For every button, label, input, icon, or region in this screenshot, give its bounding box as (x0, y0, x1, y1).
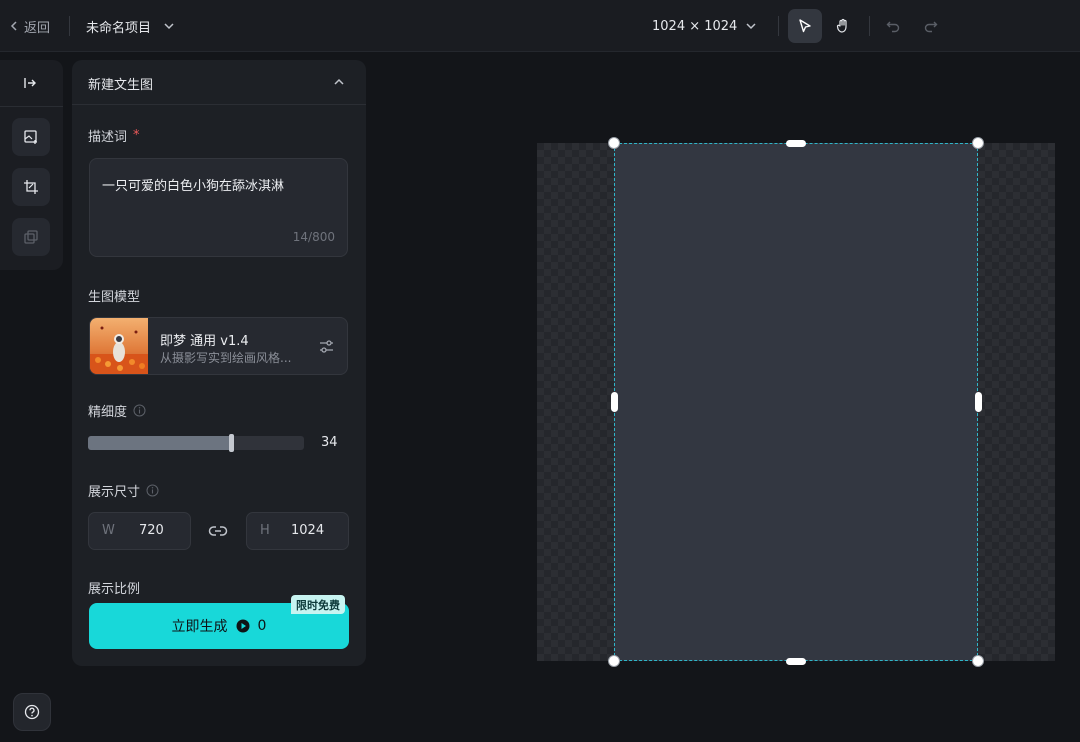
crop-image-icon (24, 180, 38, 194)
detail-label: 精细度 (88, 405, 128, 420)
project-name: 未命名项目 (86, 20, 152, 36)
resize-handle-right[interactable] (975, 392, 982, 412)
slider-fill (88, 436, 231, 450)
layers-tool-button[interactable] (12, 218, 50, 256)
detail-slider[interactable] (88, 434, 304, 452)
model-selector[interactable]: 即梦 通用 v1.4 从摄影写实到绘画风格... (89, 317, 348, 375)
detail-label-row: 精细度 (88, 401, 146, 420)
chevron-left-icon (10, 21, 17, 31)
expand-panel-icon (24, 78, 36, 88)
info-icon[interactable] (146, 484, 159, 497)
hand-icon (836, 18, 847, 33)
generation-panel: 新建文生图 描述词 * 一只可爱的白色小狗在舔冰淇淋 14/800 生图模型 即… (72, 60, 366, 666)
redo-button[interactable] (914, 9, 948, 43)
back-label: 返回 (24, 20, 51, 36)
resize-handle-top[interactable] (786, 140, 806, 147)
prompt-label: 描述词 (88, 130, 128, 145)
chevron-down-icon (164, 23, 174, 30)
model-thumbnail (90, 318, 148, 374)
resize-handle-bottom-right[interactable] (972, 655, 984, 667)
add-image-icon (24, 130, 37, 144)
sliders-icon[interactable] (318, 338, 335, 355)
size-label-row: 展示尺寸 (88, 481, 159, 500)
slider-handle[interactable] (229, 434, 234, 452)
chevron-down-icon (746, 23, 756, 30)
link-icon[interactable] (208, 522, 228, 540)
resize-handle-bottom-left[interactable] (608, 655, 620, 667)
detail-value: 34 (321, 435, 338, 450)
size-label: 展示尺寸 (88, 485, 141, 500)
char-counter: 14/800 (292, 230, 335, 244)
resize-handle-bottom[interactable] (786, 658, 806, 665)
panel-header: 新建文生图 (72, 60, 366, 105)
hand-tool-button[interactable] (826, 9, 860, 43)
model-label: 生图模型 (88, 290, 141, 305)
play-coin-icon (236, 619, 250, 633)
expand-panel-button[interactable] (10, 70, 50, 96)
tool-rail (0, 60, 63, 270)
canvas-size-dropdown[interactable]: 1024 × 1024 (652, 16, 757, 36)
resize-handle-top-right[interactable] (972, 137, 984, 149)
height-value[interactable]: 1024 (291, 523, 324, 538)
divider (69, 16, 70, 36)
canvas-size: 1024 × 1024 (652, 18, 738, 34)
info-icon[interactable] (133, 404, 146, 417)
crop-tool-button[interactable] (12, 168, 50, 206)
generate-cost: 0 (257, 618, 267, 634)
width-letter: W (102, 523, 115, 538)
divider (0, 106, 63, 107)
height-letter: H (260, 523, 270, 538)
undo-icon (886, 21, 900, 33)
required-mark: * (133, 128, 140, 143)
width-input[interactable]: W 720 (88, 512, 191, 550)
model-name: 即梦 通用 v1.4 (160, 334, 249, 349)
prompt-text[interactable]: 一只可爱的白色小狗在舔冰淇淋 (102, 175, 284, 194)
panel-title: 新建文生图 (88, 78, 154, 93)
divider (869, 16, 870, 36)
chevron-up-icon[interactable] (332, 75, 346, 89)
pointer-icon (799, 19, 811, 33)
height-input[interactable]: H 1024 (246, 512, 349, 550)
text-to-image-tool-button[interactable] (12, 118, 50, 156)
help-button[interactable] (13, 693, 51, 731)
help-icon (24, 704, 40, 720)
free-badge: 限时免费 (291, 595, 345, 614)
model-description: 从摄影写实到绘画风格... (160, 351, 292, 365)
project-name-dropdown[interactable]: 未命名项目 (86, 16, 175, 36)
prompt-label-row: 描述词 * (88, 126, 140, 145)
top-bar: 返回 未命名项目 1024 × 1024 (0, 0, 1080, 52)
back-button[interactable]: 返回 (8, 16, 50, 36)
divider (778, 16, 779, 36)
generate-label: 立即生成 (171, 619, 228, 635)
resize-handle-left[interactable] (611, 392, 618, 412)
resize-handle-top-left[interactable] (608, 137, 620, 149)
width-value[interactable]: 720 (139, 523, 164, 538)
ratio-label: 展示比例 (88, 582, 141, 597)
canvas-frame[interactable] (614, 143, 978, 661)
prompt-input[interactable]: 一只可爱的白色小狗在舔冰淇淋 14/800 (89, 158, 348, 257)
select-tool-button[interactable] (788, 9, 822, 43)
redo-icon (924, 21, 938, 33)
layers-icon (24, 230, 38, 244)
undo-button[interactable] (876, 9, 910, 43)
